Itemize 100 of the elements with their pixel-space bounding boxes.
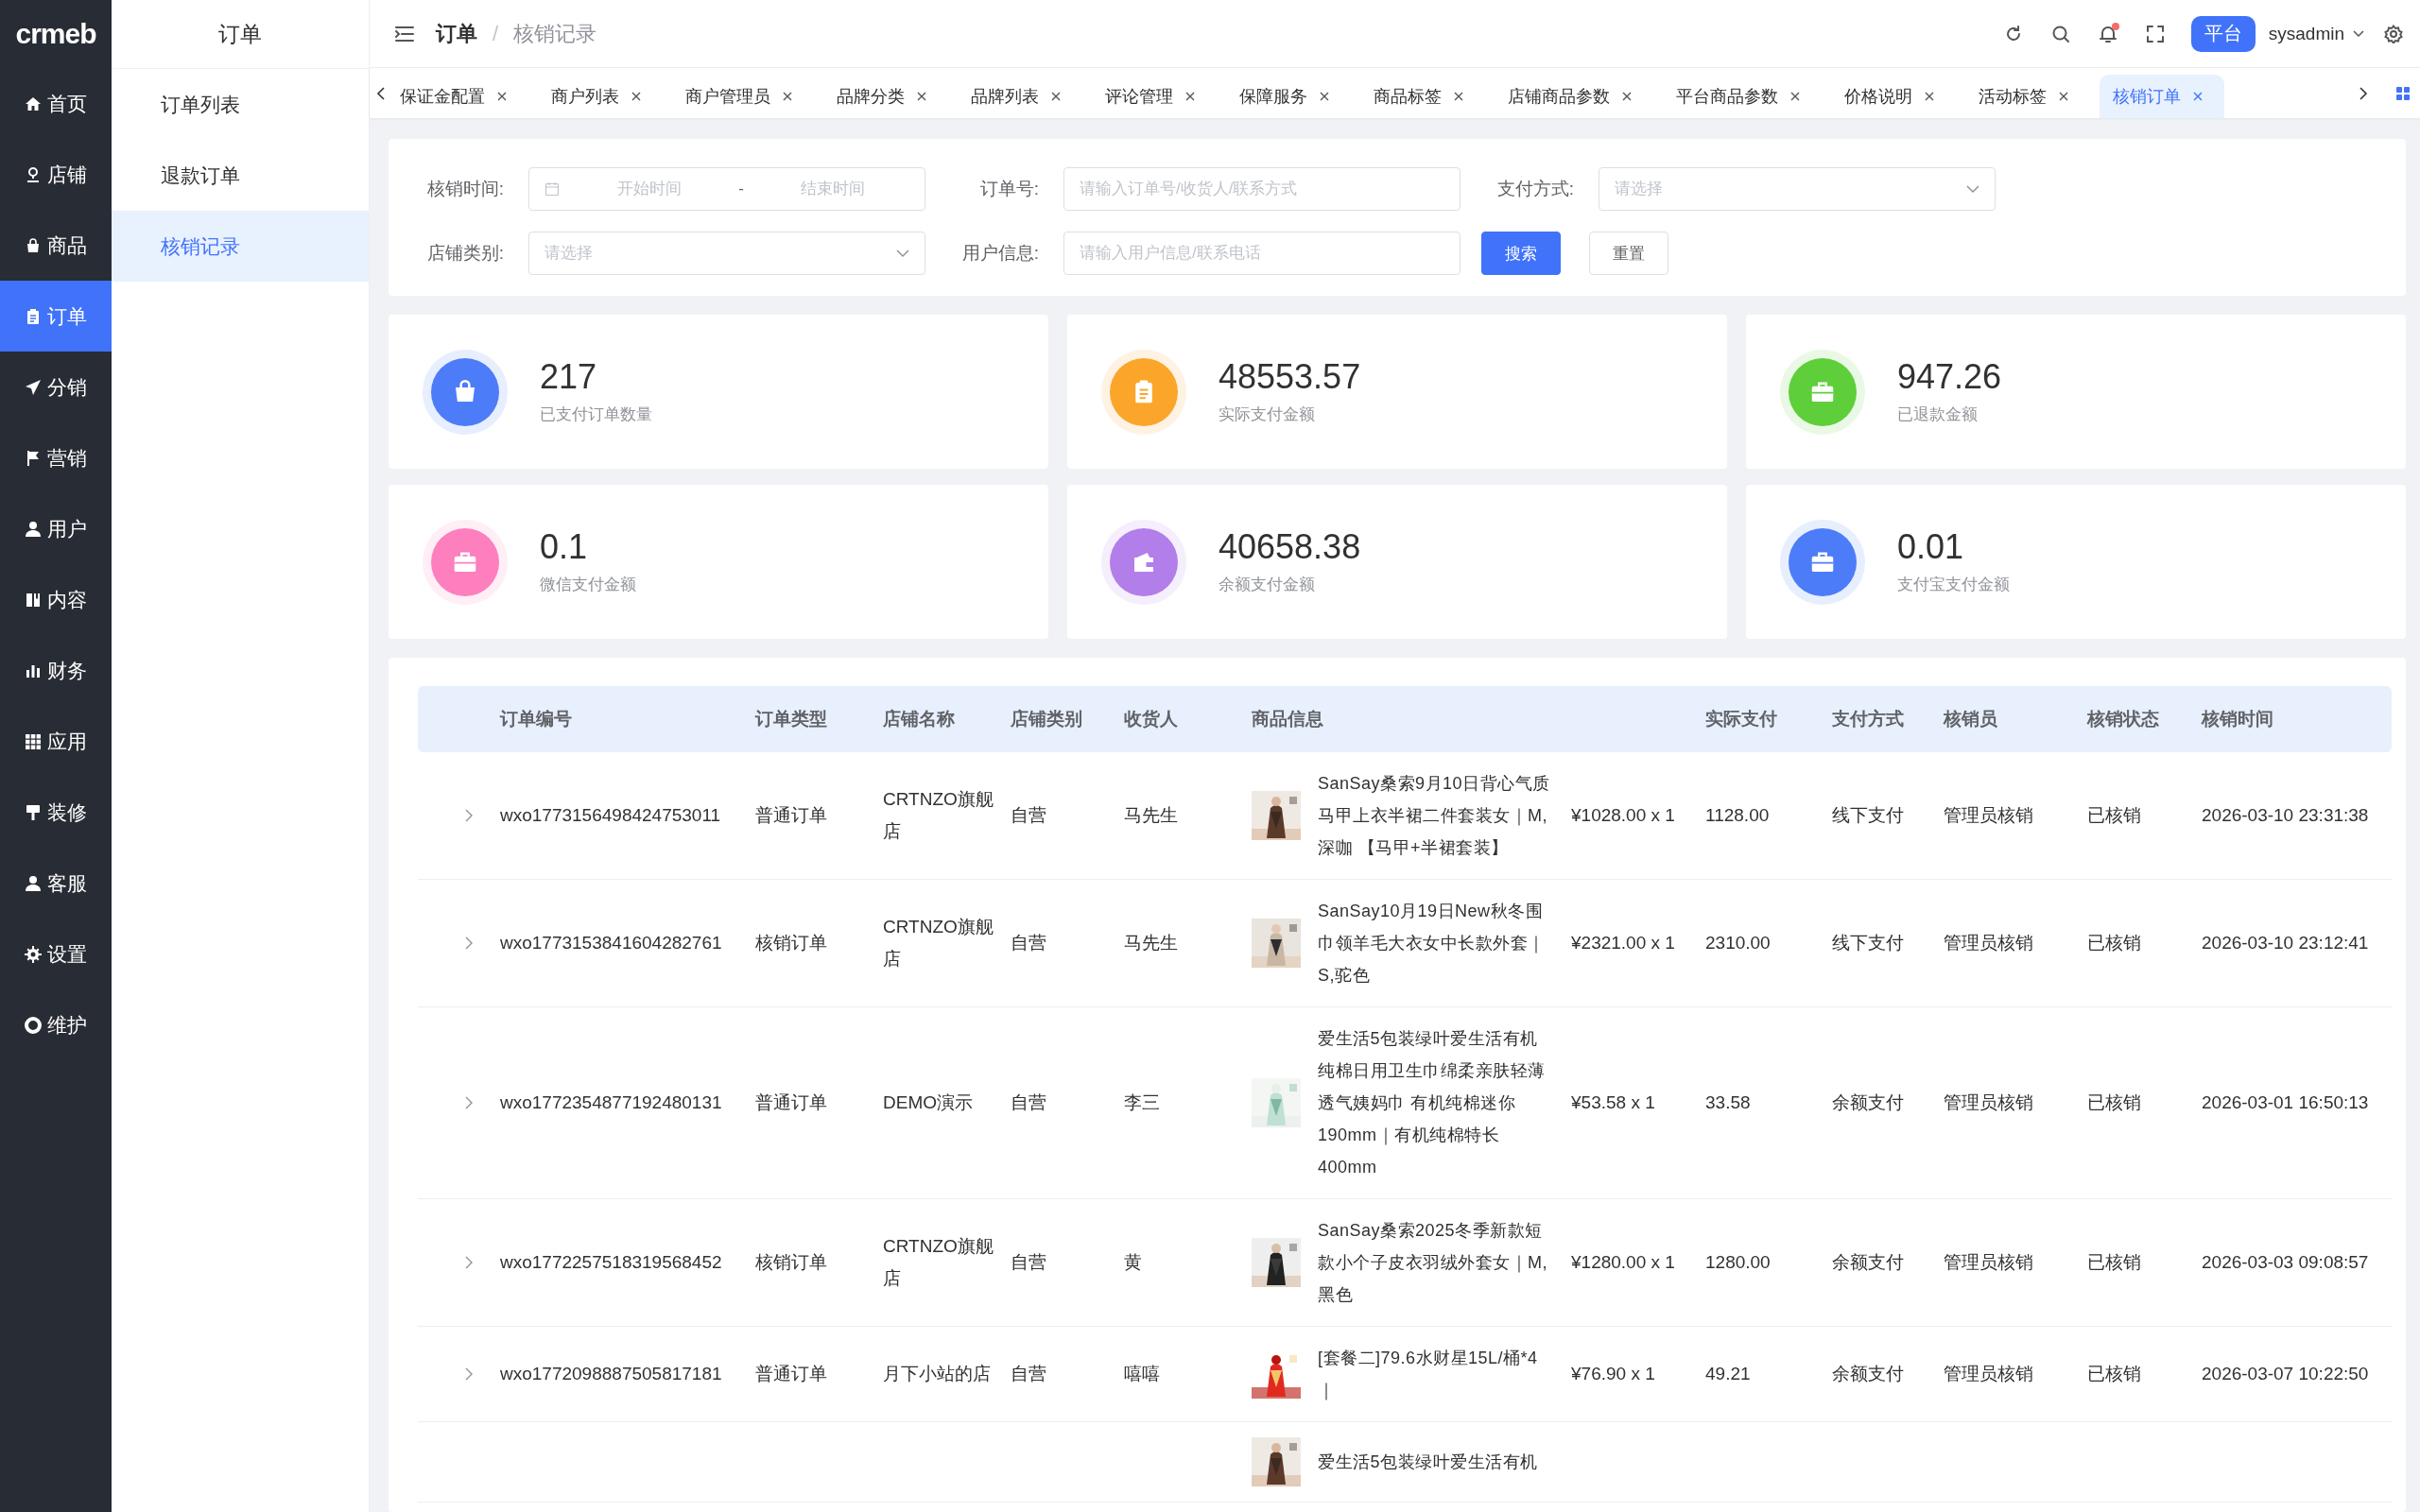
tab[interactable]: 品牌列表 (958, 75, 1082, 118)
sidebar-item[interactable]: 设置 (0, 919, 112, 989)
search-button[interactable]: 搜索 (1481, 232, 1561, 275)
close-icon[interactable] (916, 91, 927, 102)
tab[interactable]: 保障服务 (1226, 75, 1351, 118)
sidebar-item[interactable]: 订单 (0, 281, 112, 352)
sidebar-item[interactable]: 分销 (0, 352, 112, 422)
table-cell-text: 核销订单 (755, 1251, 828, 1274)
tab[interactable]: 核销订单 (2100, 75, 2224, 118)
table-row[interactable]: wxo1772354877192480131 普通订单 DEMO演示 自营 李三 爱生活5包装绿叶爱生活有机纯棉日用卫生巾绵柔亲肤轻薄透气姨妈巾 有机纯棉迷你190mm｜有机纯棉特长400mm ¥53.58 x 1 33.58 余额支付 管理员核销 已核销 2026-03-01 16:50:13 (418, 1007, 2392, 1199)
table-cell-text: 2310.00 (1705, 932, 1772, 954)
fullscreen-icon[interactable] (2145, 24, 2165, 43)
close-icon[interactable] (1924, 91, 1935, 102)
table-cell-text: 1128.00 (1705, 804, 1771, 827)
shop-type-select[interactable]: 请选择 (528, 232, 925, 275)
location-pin-icon (25, 165, 42, 183)
tab[interactable]: 品牌分类 (823, 75, 948, 118)
chevron-right-icon[interactable] (2358, 85, 2369, 101)
close-icon[interactable] (1050, 91, 1062, 102)
tab[interactable]: 商户列表 (538, 75, 663, 118)
stat-value: 48553.57 (1219, 358, 1361, 396)
breadcrumb-item[interactable]: 订单 (436, 19, 477, 48)
tab[interactable]: 商品标签 (1360, 75, 1485, 118)
start-date-input[interactable]: 开始时间 (573, 179, 726, 199)
close-icon[interactable] (2192, 91, 2204, 102)
search-icon[interactable] (2050, 24, 2070, 43)
product-name: 爱生活5包装绿叶爱生活有机 (1318, 1452, 1539, 1473)
table-row[interactable]: wxo1773153841604282761 核销订单 CRTNZO旗舰店 自营 马先生 SanSay10月19日New秋冬围巾领羊毛大衣女中长款外套｜S,驼色 ¥2321.00 x 1 2310.00 线下支付 管理员核销 已核销 2026-03-10 23:12:41 (418, 880, 2392, 1007)
close-icon[interactable] (1789, 91, 1801, 102)
reset-button[interactable]: 重置 (1589, 232, 1668, 275)
close-icon[interactable] (1453, 91, 1464, 102)
flag-icon (25, 449, 42, 467)
sidebar-item[interactable]: 店铺 (0, 139, 112, 210)
menu-icon[interactable] (394, 25, 415, 43)
sidebar-item[interactable]: 客服 (0, 848, 112, 919)
table-cell-text: 管理员核销 (1944, 804, 2034, 827)
stat-label: 实际支付金额 (1219, 404, 1316, 425)
bell-icon[interactable] (2098, 24, 2118, 43)
table-cell-text: 马先生 (1124, 932, 1179, 954)
tab[interactable]: 活动标签 (1965, 75, 2090, 118)
product-price: ¥2321.00 x 1 (1571, 932, 1675, 954)
settings-icon[interactable] (2384, 24, 2403, 43)
table-row[interactable]: wxo1772257518319568452 核销订单 CRTNZO旗舰店 自营 黄 SanSay桑索2025冬季新款短款小个子皮衣羽绒外套女｜M,黑色 ¥1280.00 x 1 1280.00 余额支付 管理员核销 已核销 2026-03-03 09:08:57 (418, 1199, 2392, 1327)
close-icon[interactable] (2058, 91, 2069, 102)
table-cell-text: 黄 (1124, 1251, 1143, 1274)
sidebar-item[interactable]: 内容 (0, 564, 112, 635)
close-icon[interactable] (782, 91, 793, 102)
settings-icon (25, 945, 42, 963)
logo: crmeb (14, 17, 97, 51)
end-date-input[interactable]: 结束时间 (756, 179, 909, 199)
sidebar-item[interactable]: 装修 (0, 777, 112, 848)
sidebar-item[interactable]: 商品 (0, 210, 112, 281)
breadcrumb-separator: / (493, 21, 499, 46)
sidebar-item[interactable]: 财务 (0, 635, 112, 706)
table-cell-text: CRTNZO旗舰店 (883, 1235, 994, 1290)
order-number-field[interactable]: 请输入订单号/收货人/联系方式 (1063, 167, 1461, 211)
tab[interactable]: 评论管理 (1092, 75, 1217, 118)
stat-value: 947.26 (1897, 358, 2002, 396)
user-info-field[interactable]: 请输入用户信息/联系电话 (1063, 232, 1461, 275)
tab[interactable]: 店铺商品参数 (1495, 75, 1653, 118)
close-icon[interactable] (631, 91, 642, 102)
close-icon[interactable] (1621, 91, 1633, 102)
sidebar-item[interactable]: 用户 (0, 493, 112, 564)
sidebar-item[interactable]: 维护 (0, 989, 112, 1060)
chevron-left-icon[interactable] (375, 85, 387, 101)
table-cell-text: 2026-03-10 23:12:41 (2202, 932, 2370, 954)
table-cell-text: 马先生 (1124, 804, 1179, 827)
table-cell-text: wxo1772354877192480131 (500, 1091, 723, 1114)
platform-button[interactable]: 平台 (2190, 15, 2256, 52)
product-name: [套餐二]79.6水财星15L/桶*4｜ (1318, 1348, 1539, 1402)
table-cell-text: 已核销 (2087, 1251, 2142, 1274)
close-icon[interactable] (1319, 91, 1330, 102)
sidebar-item[interactable]: 首页 (0, 68, 112, 139)
submenu-item[interactable]: 核销记录 (112, 211, 369, 282)
sidebar-item[interactable]: 营销 (0, 422, 112, 493)
stat-label: 已支付订单数量 (540, 404, 652, 425)
table-cell-text: CRTNZO旗舰店 (883, 916, 994, 971)
close-icon[interactable] (496, 91, 508, 102)
table-cell-text: 自营 (1011, 1091, 1047, 1114)
tab[interactable]: 保证金配置 (387, 75, 528, 118)
grid-icon (25, 732, 42, 750)
grid-icon[interactable] (2395, 85, 2411, 101)
tab[interactable]: 平台商品参数 (1663, 75, 1822, 118)
date-range-field[interactable]: 开始时间 - 结束时间 (528, 167, 925, 211)
tab[interactable]: 商户管理员 (672, 75, 814, 118)
table-cell-text: wxo1772098887505817181 (500, 1363, 723, 1385)
table-cell-text: 余额支付 (1832, 1251, 1905, 1274)
table-row[interactable]: 爱生活5包装绿叶爱生活有机 (418, 1422, 2392, 1503)
tab[interactable]: 价格说明 (1831, 75, 1956, 118)
close-icon[interactable] (1184, 91, 1196, 102)
user-name[interactable]: sysadmin (2268, 23, 2344, 44)
table-row[interactable]: wxo1772098887505817181 普通订单 月下小站的店 自营 嘻嘻 [套餐二]79.6水财星15L/桶*4｜ ¥76.90 x 1 49.21 余额支付 管理员核销 已核销 2026-03-07 10:22:50 (418, 1327, 2392, 1422)
payment-method-select[interactable]: 请选择 (1599, 167, 1996, 211)
table-row[interactable]: wxo1773156498424753011 普通订单 CRTNZO旗舰店 自营 马先生 SanSay桑索9月10日背心气质马甲上衣半裙二件套装女｜M,深咖 【马甲+半裙套装】 ¥1028.00 x 1 1128.00 线下支付 管理员核销 已核销 2026-03-10 23:31:38 (418, 752, 2392, 880)
submenu-item[interactable]: 订单列表 (112, 69, 369, 140)
table-cell-text: 线下支付 (1832, 804, 1905, 827)
sidebar-item[interactable]: 应用 (0, 706, 112, 777)
stat-label: 支付宝支付金额 (1897, 574, 2010, 595)
field-label: 核销时间: (425, 178, 504, 200)
submenu-item[interactable]: 退款订单 (112, 140, 369, 211)
